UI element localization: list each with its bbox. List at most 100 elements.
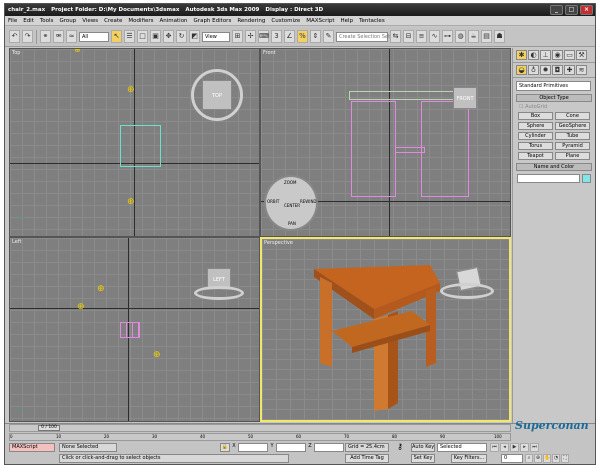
zoom-icon[interactable]: ⌕: [525, 454, 533, 463]
menu-maxscript[interactable]: MAXScript: [306, 18, 334, 24]
pan-icon[interactable]: ✋: [543, 454, 551, 463]
maximize-viewport-icon[interactable]: ⛶: [561, 454, 569, 463]
steering-orbit[interactable]: ORBIT: [267, 199, 279, 204]
spinner-snap-icon[interactable]: ⇕: [310, 30, 321, 43]
sphere-button[interactable]: Sphere: [518, 122, 553, 130]
menu-edit[interactable]: Edit: [23, 18, 34, 24]
motion-tab-icon[interactable]: ◉: [552, 50, 563, 60]
render-setup-icon[interactable]: ☕: [468, 30, 479, 43]
viewcube[interactable]: FRONT: [453, 87, 477, 109]
z-coordinate-input[interactable]: [314, 443, 344, 452]
selection-filter-dropdown[interactable]: All: [79, 31, 109, 42]
quick-render-icon[interactable]: ☗: [494, 30, 505, 43]
create-tab-icon[interactable]: ✱: [516, 50, 527, 60]
add-time-tag-button[interactable]: Add Time Tag: [345, 454, 389, 463]
key-filters-button[interactable]: Key Filters...: [451, 454, 487, 463]
undo-icon[interactable]: ↶: [9, 30, 20, 43]
select-by-name-icon[interactable]: ☰: [124, 30, 135, 43]
shapes-icon[interactable]: ♁: [528, 65, 539, 75]
select-object-icon[interactable]: ↖: [111, 30, 122, 43]
lights-icon[interactable]: ✹: [540, 65, 551, 75]
name-and-color-rollout[interactable]: Name and Color: [516, 163, 592, 171]
track-bar[interactable]: 0 10 20 30 40 50 60 70 80 90 100: [9, 433, 511, 441]
menu-graph-editors[interactable]: Graph Editors: [194, 18, 232, 24]
select-and-move-icon[interactable]: ✥: [163, 30, 174, 43]
set-key-button[interactable]: Set Key: [411, 454, 435, 463]
key-mode-dropdown[interactable]: Selected: [437, 443, 487, 452]
display-tab-icon[interactable]: ▭: [564, 50, 575, 60]
viewport-top[interactable]: Top ⊕ ⊕ ⊕ TOP ⊢: [9, 48, 260, 237]
time-slider[interactable]: 0 / 100: [9, 424, 511, 432]
menu-views[interactable]: Views: [82, 18, 98, 24]
schematic-view-icon[interactable]: ⊶: [442, 30, 453, 43]
edit-named-selection-icon[interactable]: ✎: [323, 30, 334, 43]
zoom-all-icon[interactable]: ⊕: [534, 454, 542, 463]
helpers-icon[interactable]: ✚: [564, 65, 575, 75]
x-coordinate-input[interactable]: [238, 443, 268, 452]
modify-tab-icon[interactable]: ◐: [528, 50, 539, 60]
menu-tentacles[interactable]: Tentacles: [359, 18, 385, 24]
menu-file[interactable]: File: [8, 18, 17, 24]
window-crossing-icon[interactable]: ▣: [150, 30, 161, 43]
auto-key-button[interactable]: Auto Key: [411, 443, 435, 452]
rendered-frame-window-icon[interactable]: ▤: [481, 30, 492, 43]
object-color-swatch[interactable]: [582, 174, 591, 183]
object-type-rollout[interactable]: Object Type: [516, 94, 592, 102]
cameras-icon[interactable]: ◘: [552, 65, 563, 75]
material-editor-icon[interactable]: ◍: [455, 30, 466, 43]
plane-button[interactable]: Plane: [555, 152, 590, 160]
geosphere-button[interactable]: GeoSphere: [555, 122, 590, 130]
menu-tools[interactable]: Tools: [40, 18, 54, 24]
menu-rendering[interactable]: Rendering: [237, 18, 265, 24]
maximize-button[interactable]: □: [565, 5, 578, 15]
previous-frame-icon[interactable]: ◂: [500, 443, 509, 452]
next-frame-icon[interactable]: ▸: [520, 443, 529, 452]
primitive-type-dropdown[interactable]: Standard Primitives: [516, 81, 591, 91]
link-icon[interactable]: ⚭: [40, 30, 51, 43]
align-icon[interactable]: ⊟: [403, 30, 414, 43]
mirror-icon[interactable]: ⇆: [390, 30, 401, 43]
time-slider-thumb[interactable]: 0 / 100: [38, 425, 60, 431]
menu-customize[interactable]: Customize: [271, 18, 300, 24]
cylinder-button[interactable]: Cylinder: [518, 132, 553, 140]
pivot-center-icon[interactable]: ⊞: [232, 30, 243, 43]
select-and-scale-icon[interactable]: ◩: [189, 30, 200, 43]
named-selection-sets-dropdown[interactable]: Create Selection Set: [336, 31, 390, 42]
maxscript-listener[interactable]: MAXScript: [9, 443, 55, 452]
viewport-left[interactable]: Left ⊕ ⊕ ⊕ LEFT ⊢: [9, 237, 260, 422]
menu-animation[interactable]: Animation: [160, 18, 188, 24]
menu-help[interactable]: Help: [341, 18, 354, 24]
angle-snap-icon[interactable]: ∠: [284, 30, 295, 43]
tube-button[interactable]: Tube: [555, 132, 590, 140]
orbit-icon[interactable]: ◔: [552, 454, 560, 463]
y-coordinate-input[interactable]: [276, 443, 306, 452]
steering-pan[interactable]: PAN: [288, 221, 296, 226]
curve-editor-icon[interactable]: ∿: [429, 30, 440, 43]
steering-rewind[interactable]: REWIND: [300, 199, 317, 204]
viewport-front[interactable]: Front FRONT ZOOM ORBIT PAN REWIND CENTER: [260, 48, 511, 237]
select-manipulate-icon[interactable]: ✢: [245, 30, 256, 43]
utilities-tab-icon[interactable]: ⚒: [576, 50, 587, 60]
viewcube[interactable]: TOP: [202, 80, 232, 110]
cone-button[interactable]: Cone: [555, 112, 590, 120]
menu-create[interactable]: Create: [104, 18, 122, 24]
snaps-toggle-icon[interactable]: 3: [271, 30, 282, 43]
rectangular-selection-icon[interactable]: □: [137, 30, 148, 43]
goto-end-icon[interactable]: ⏭: [530, 443, 539, 452]
redo-icon[interactable]: ↷: [22, 30, 33, 43]
torus-button[interactable]: Torus: [518, 142, 553, 150]
menu-group[interactable]: Group: [59, 18, 76, 24]
menu-modifiers[interactable]: Modifiers: [128, 18, 153, 24]
autogrid-checkbox[interactable]: ☐ AutoGrid: [519, 104, 589, 110]
goto-start-icon[interactable]: ⏮: [490, 443, 499, 452]
steering-center[interactable]: CENTER: [284, 203, 300, 208]
viewport-perspective[interactable]: Perspective: [260, 237, 511, 422]
unlink-icon[interactable]: ⚮: [53, 30, 64, 43]
object-name-input[interactable]: [517, 174, 581, 183]
close-button[interactable]: ×: [580, 5, 593, 15]
viewport-label[interactable]: Left: [12, 239, 21, 245]
lock-selection-icon[interactable]: 🔒: [220, 443, 230, 452]
layer-manager-icon[interactable]: ≡: [416, 30, 427, 43]
minimize-button[interactable]: _: [550, 5, 563, 15]
box-button[interactable]: Box: [518, 112, 553, 120]
